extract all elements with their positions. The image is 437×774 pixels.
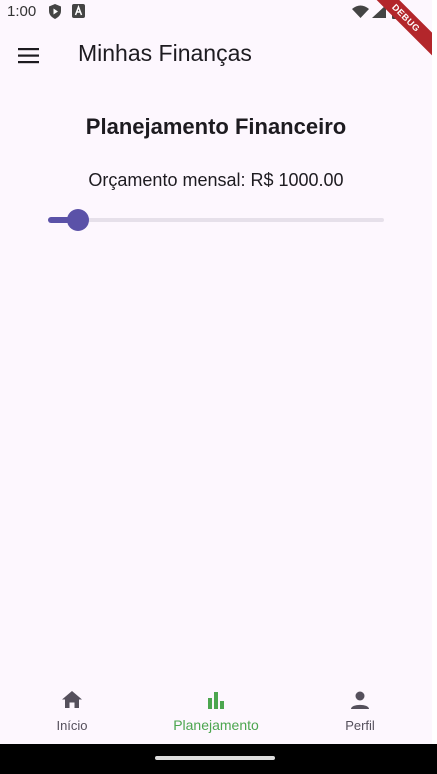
page-heading: Planejamento Financeiro (85, 114, 347, 139)
system-navigation-bar (0, 744, 437, 774)
app-bar: Minhas Finanças (0, 24, 432, 88)
slider-thumb[interactable] (67, 209, 90, 231)
budget-label: Orçamento mensal: R$ 1000.00 (88, 170, 344, 190)
bottom-navigation: Início Planejamento Perfil (0, 682, 432, 744)
nav-item-perfil[interactable]: Perfil (288, 682, 432, 744)
bar-chart-icon (204, 688, 228, 712)
app-screen: 1:00 DEBUG Minhas Finanças Planejamento … (0, 0, 432, 774)
app-title: Minhas Finanças (78, 40, 252, 66)
nav-label-perfil: Perfil (345, 718, 375, 733)
nav-label-planejamento: Planejamento (173, 717, 259, 733)
home-icon (60, 688, 84, 712)
nav-item-inicio[interactable]: Início (0, 682, 144, 744)
nav-item-planejamento[interactable]: Planejamento (144, 682, 288, 744)
person-icon (348, 688, 372, 712)
menu-icon[interactable] (18, 46, 40, 66)
slider-track (48, 218, 384, 222)
status-time: 1:00 (7, 3, 37, 20)
wifi-icon (352, 5, 369, 23)
home-gesture-handle[interactable] (155, 756, 275, 760)
status-bar: 1:00 DEBUG (0, 0, 432, 58)
shield-play-icon (48, 4, 62, 24)
text-a-icon (72, 4, 85, 23)
nav-label-inicio: Início (56, 718, 88, 733)
budget-slider[interactable] (48, 206, 384, 234)
